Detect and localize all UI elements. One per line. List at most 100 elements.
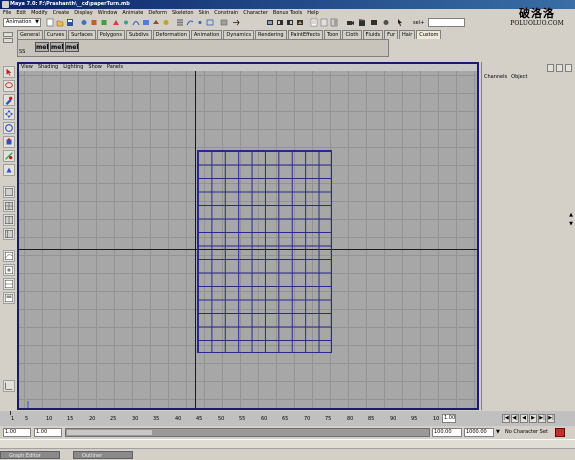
input-output-icon[interactable] — [232, 18, 240, 27]
scroll-down-icon[interactable]: ▼ — [569, 221, 573, 227]
playback-start-field[interactable]: 1.00 — [34, 428, 62, 437]
play-backwards-button[interactable]: ◀ — [520, 414, 528, 423]
snap-point-icon[interactable] — [196, 18, 204, 27]
menu-skeleton[interactable]: Skeleton — [172, 9, 194, 17]
scroll-up-icon[interactable]: ▲ — [569, 212, 573, 218]
render-batch-icon[interactable] — [370, 18, 378, 27]
new-scene-icon[interactable] — [46, 18, 54, 27]
render-current-frame-icon[interactable] — [276, 18, 284, 27]
panel-menu-shading[interactable]: Shading — [38, 64, 58, 71]
menu-modify[interactable]: Modify — [31, 9, 48, 17]
go-to-end-button[interactable]: ▶| — [547, 414, 555, 423]
mel-shelf-button[interactable]: mel — [50, 42, 64, 52]
shelf-tab-fluids[interactable]: Fluids — [362, 30, 384, 39]
shelf-tab-hair[interactable]: Hair — [398, 30, 416, 39]
shelf-tab-polygons[interactable]: Polygons — [96, 30, 125, 39]
channels-menu[interactable]: Channels — [484, 74, 507, 80]
filter-joints-icon[interactable] — [122, 18, 130, 27]
save-scene-icon[interactable] — [66, 18, 74, 27]
select-object-icon[interactable] — [90, 18, 98, 27]
menu-edit[interactable]: Edit — [16, 9, 26, 17]
filter-handles-icon[interactable] — [112, 18, 120, 27]
ipr-render-icon[interactable] — [286, 18, 294, 27]
select-tool-icon[interactable] — [3, 66, 15, 78]
range-slider-thumb[interactable] — [67, 430, 152, 435]
move-tool-icon[interactable] — [3, 108, 15, 120]
history-icon[interactable] — [220, 18, 228, 27]
channel-box-icon[interactable] — [547, 64, 554, 72]
minimized-graph-editor[interactable]: Graph Editor — [0, 451, 60, 459]
shelf-tab-subdivs[interactable]: Subdivs — [126, 30, 152, 39]
filter-deformations-icon[interactable] — [152, 18, 160, 27]
panel-menu-panels[interactable]: Panels — [107, 64, 123, 71]
step-back-key-button[interactable]: ◀| — [511, 414, 519, 423]
shelf-tab-curves[interactable]: Curves — [43, 30, 68, 39]
open-scene-icon[interactable] — [56, 18, 64, 27]
hypershade-icon[interactable] — [382, 18, 390, 27]
chevron-down-icon[interactable]: ▼ — [496, 429, 500, 435]
attribute-icon[interactable] — [556, 64, 563, 72]
menu-display[interactable]: Display — [74, 9, 92, 17]
layout-graph-editor-icon[interactable] — [3, 250, 15, 262]
character-set-label[interactable]: No Character Set — [505, 429, 553, 436]
layout-outliner-icon[interactable] — [3, 228, 15, 240]
menu-window[interactable]: Window — [98, 9, 118, 17]
select-hierarchy-icon[interactable] — [80, 18, 88, 27]
render-globals-icon[interactable] — [296, 18, 304, 27]
paint-select-tool-icon[interactable] — [3, 94, 15, 106]
animation-start-field[interactable]: 1.00 — [3, 428, 31, 437]
mel-shelf-button[interactable]: mel — [35, 42, 49, 52]
filter-dynamics-icon[interactable] — [162, 18, 170, 27]
manipulator-tool-icon[interactable] — [3, 150, 15, 162]
range-slider-bar[interactable] — [65, 428, 430, 437]
panel-menu-lighting[interactable]: Lighting — [63, 64, 83, 71]
shelf-tab-animation[interactable]: Animation — [190, 30, 223, 39]
clapper-icon[interactable] — [358, 18, 366, 27]
panel-menu-show[interactable]: Show — [88, 64, 102, 71]
current-frame-field[interactable]: 1.00 — [442, 414, 456, 423]
menu-create[interactable]: Create — [53, 9, 70, 17]
shelf-tab-deformation[interactable]: Deformation — [152, 30, 190, 39]
filter-curves-icon[interactable] — [132, 18, 140, 27]
layout-four-icon[interactable] — [3, 200, 15, 212]
menu-constrain[interactable]: Constrain — [214, 9, 238, 17]
selection-mode-icon[interactable] — [396, 18, 404, 27]
layout-persp-graph-icon[interactable] — [3, 278, 15, 290]
tool-settings-icon[interactable] — [320, 18, 328, 27]
go-to-start-button[interactable]: |◀ — [502, 414, 510, 423]
shelf-tab-custom[interactable]: Custom — [416, 30, 442, 39]
shelf-tab-dynamics[interactable]: Dynamics — [223, 30, 255, 39]
menu-animate[interactable]: Animate — [122, 9, 143, 17]
viewport-grid[interactable]: top — [19, 71, 477, 408]
shelf-tab-rendering[interactable]: Rendering — [255, 30, 287, 39]
object-menu[interactable]: Object — [511, 74, 527, 80]
menu-help[interactable]: Help — [307, 9, 318, 17]
layer-editor-icon[interactable] — [565, 64, 572, 72]
layout-single-icon[interactable] — [3, 186, 15, 198]
paper-plane-mesh[interactable] — [197, 150, 332, 353]
minimized-outliner[interactable]: Outliner — [73, 451, 133, 459]
menu-set-dropdown[interactable]: Animation ▼ — [3, 18, 41, 27]
rotate-tool-icon[interactable] — [3, 122, 15, 134]
top-viewport-panel[interactable]: View Shading Lighting Show Panels top — [17, 62, 479, 410]
camera-icon[interactable] — [346, 18, 354, 27]
snap-curve-icon[interactable] — [186, 18, 194, 27]
shelf-tab-toon[interactable]: Toon — [323, 30, 342, 39]
attribute-editor-icon[interactable] — [310, 18, 318, 27]
menu-skin[interactable]: Skin — [199, 9, 210, 17]
menu-character[interactable]: Character — [243, 9, 268, 17]
shelf-tab-menu-button[interactable] — [3, 32, 13, 37]
filter-surfaces-icon[interactable] — [142, 18, 150, 27]
menu-deform[interactable]: Deform — [148, 9, 167, 17]
render-view-icon[interactable] — [266, 18, 274, 27]
select-component-icon[interactable] — [100, 18, 108, 27]
auto-key-icon[interactable] — [555, 428, 565, 437]
shelf-tab-fur[interactable]: Fur — [384, 30, 398, 39]
menu-bonus-tools[interactable]: Bonus Tools — [273, 9, 302, 17]
snap-view-plane-icon[interactable] — [206, 18, 214, 27]
shelf-tab-surfaces[interactable]: Surfaces — [68, 30, 96, 39]
layout-hypershade-icon[interactable] — [3, 264, 15, 276]
mel-shelf-button[interactable]: mel — [65, 42, 79, 52]
animation-end-field[interactable]: 1000.00 — [464, 428, 494, 437]
lasso-tool-icon[interactable] — [3, 80, 15, 92]
